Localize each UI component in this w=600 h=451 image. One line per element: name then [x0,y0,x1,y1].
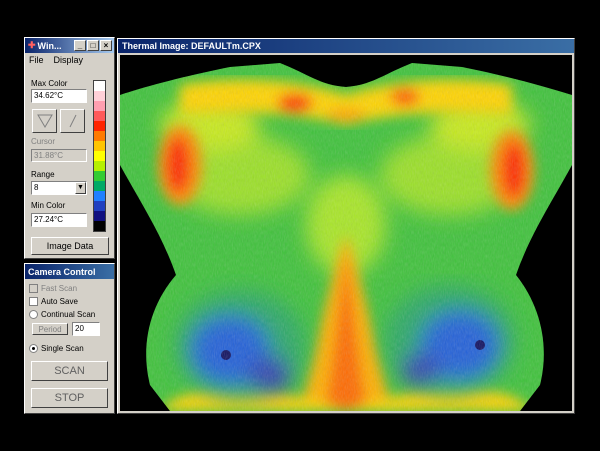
palette-menubar: File Display [25,53,114,66]
cursor-value-field: 31.88°C [31,149,87,162]
set-max-button[interactable] [60,109,85,133]
color-scale-swatch [94,211,105,221]
decrease-max-button[interactable] [32,109,57,133]
min-color-label: Min Color [31,201,66,210]
palette-window-titlebar[interactable]: ✚ Win... _ □ × [25,38,114,53]
max-color-label: Max Color [31,79,68,88]
color-scale-swatch [94,171,105,181]
period-button: Period [32,323,68,335]
stop-button[interactable]: STOP [31,388,108,408]
color-scale-swatch [94,121,105,131]
color-scale-swatch [94,181,105,191]
image-data-button[interactable]: Image Data [31,237,109,255]
color-scale-swatch [94,151,105,161]
color-scale-swatch [94,91,105,101]
close-button[interactable]: × [100,40,112,51]
range-select[interactable]: 8 ▼ [31,181,87,195]
palette-window: ✚ Win... _ □ × File Display Max Color 34… [24,37,115,259]
chevron-down-icon[interactable]: ▼ [75,182,86,194]
color-scale-swatch [94,81,105,91]
range-label: Range [31,170,55,179]
color-scale-swatch [94,111,105,121]
color-scale-swatch [94,131,105,141]
thermal-image [120,55,572,411]
color-scale-swatch [94,191,105,201]
cursor-label: Cursor [31,137,56,146]
continual-scan-label: Continual Scan [41,310,96,319]
color-scale-swatch [94,101,105,111]
menu-display[interactable]: Display [54,55,84,65]
thermal-image-window: Thermal Image: DEFAULTm.CPX [117,38,575,414]
thermal-image-titlebar[interactable]: Thermal Image: DEFAULTm.CPX [118,39,574,53]
thermal-image-title: Thermal Image: DEFAULTm.CPX [122,41,261,51]
color-scale-swatch [94,221,105,231]
continual-scan-radio[interactable] [29,310,38,319]
app-icon: ✚ [28,40,36,50]
max-color-field[interactable]: 34.62°C [31,89,87,103]
menu-file[interactable]: File [29,55,44,65]
auto-save-label: Auto Save [41,297,78,306]
color-scale-swatch [94,141,105,151]
camera-control-title: Camera Control [28,266,96,277]
color-scale-swatch [94,201,105,211]
thermal-image-view[interactable] [120,55,572,411]
camera-control-titlebar[interactable]: Camera Control [25,264,114,279]
auto-save-checkbox[interactable] [29,297,38,306]
triangle-down-icon [36,114,53,128]
minimize-button[interactable]: _ [74,40,86,51]
min-color-field[interactable]: 27.24°C [31,213,87,227]
maximize-button[interactable]: □ [87,40,99,51]
fast-scan-label: Fast Scan [41,284,78,293]
range-value: 8 [34,183,39,192]
scan-button[interactable]: SCAN [31,361,108,381]
single-scan-radio[interactable] [29,344,38,353]
single-scan-label: Single Scan [41,344,84,353]
palette-window-title: Win... [37,40,62,51]
fast-scan-checkbox[interactable] [29,284,38,293]
color-scale-swatch [94,161,105,171]
color-scale-bar [93,80,106,232]
period-field[interactable]: 20 [72,322,100,336]
camera-control-window: Camera Control Fast Scan Auto Save Conti… [24,263,115,414]
slash-icon [69,114,76,128]
